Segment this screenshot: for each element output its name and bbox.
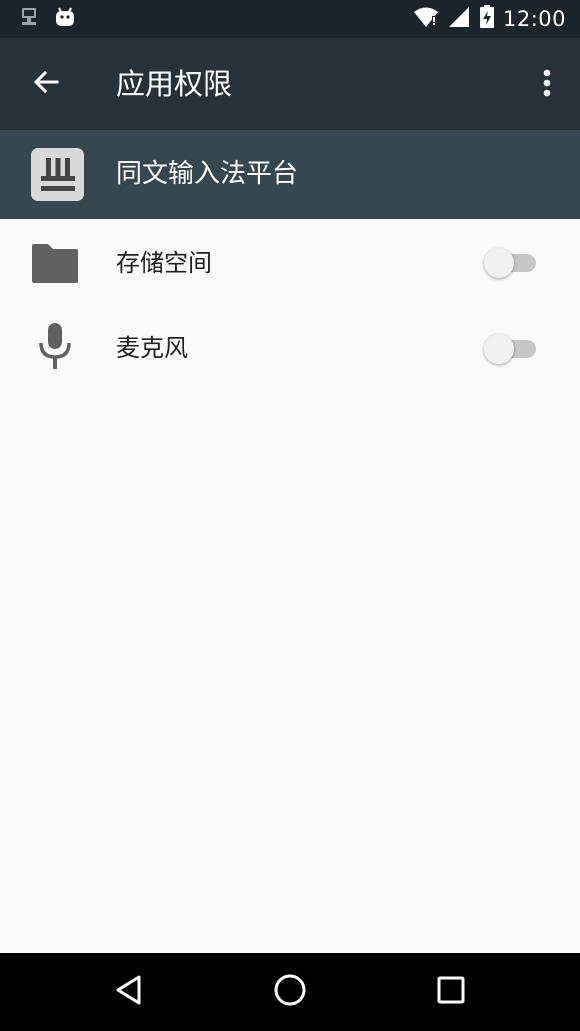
nav-home-button[interactable] <box>270 972 310 1012</box>
permission-item-storage[interactable]: 存储空间 <box>0 219 580 305</box>
home-circle-icon <box>273 973 307 1011</box>
signal-icon <box>447 5 471 33</box>
navigation-bar <box>0 953 580 1031</box>
back-button[interactable] <box>22 62 68 108</box>
toggle-thumb <box>484 248 514 278</box>
nav-back-button[interactable] <box>109 972 149 1012</box>
storage-toggle[interactable] <box>484 245 538 279</box>
microphone-toggle[interactable] <box>484 331 538 365</box>
nav-recents-button[interactable] <box>431 972 471 1012</box>
microphone-icon <box>30 321 80 371</box>
toggle-thumb <box>484 334 514 364</box>
more-options-button[interactable] <box>532 62 562 108</box>
permission-label: 麦克风 <box>116 334 188 362</box>
android-icon <box>54 6 76 32</box>
permission-label: 存储空间 <box>116 249 212 277</box>
app-bar: 应用权限 <box>0 38 580 130</box>
back-triangle-icon <box>114 974 144 1010</box>
recents-square-icon <box>436 975 466 1009</box>
battery-icon <box>479 5 495 33</box>
more-vert-icon <box>543 69 551 101</box>
arrow-back-icon <box>31 69 59 101</box>
status-bar: 12:00 <box>0 0 580 38</box>
app-header: 同文输入法平台 <box>0 130 580 219</box>
app-logo-icon <box>31 148 84 201</box>
app-name: 同文输入法平台 <box>116 159 299 189</box>
wifi-icon <box>413 6 439 32</box>
page-title: 应用权限 <box>116 67 233 101</box>
network-icon <box>20 7 38 31</box>
permission-item-microphone[interactable]: 麦克风 <box>0 305 580 391</box>
folder-icon <box>30 238 80 288</box>
status-time: 12:00 <box>502 7 566 31</box>
